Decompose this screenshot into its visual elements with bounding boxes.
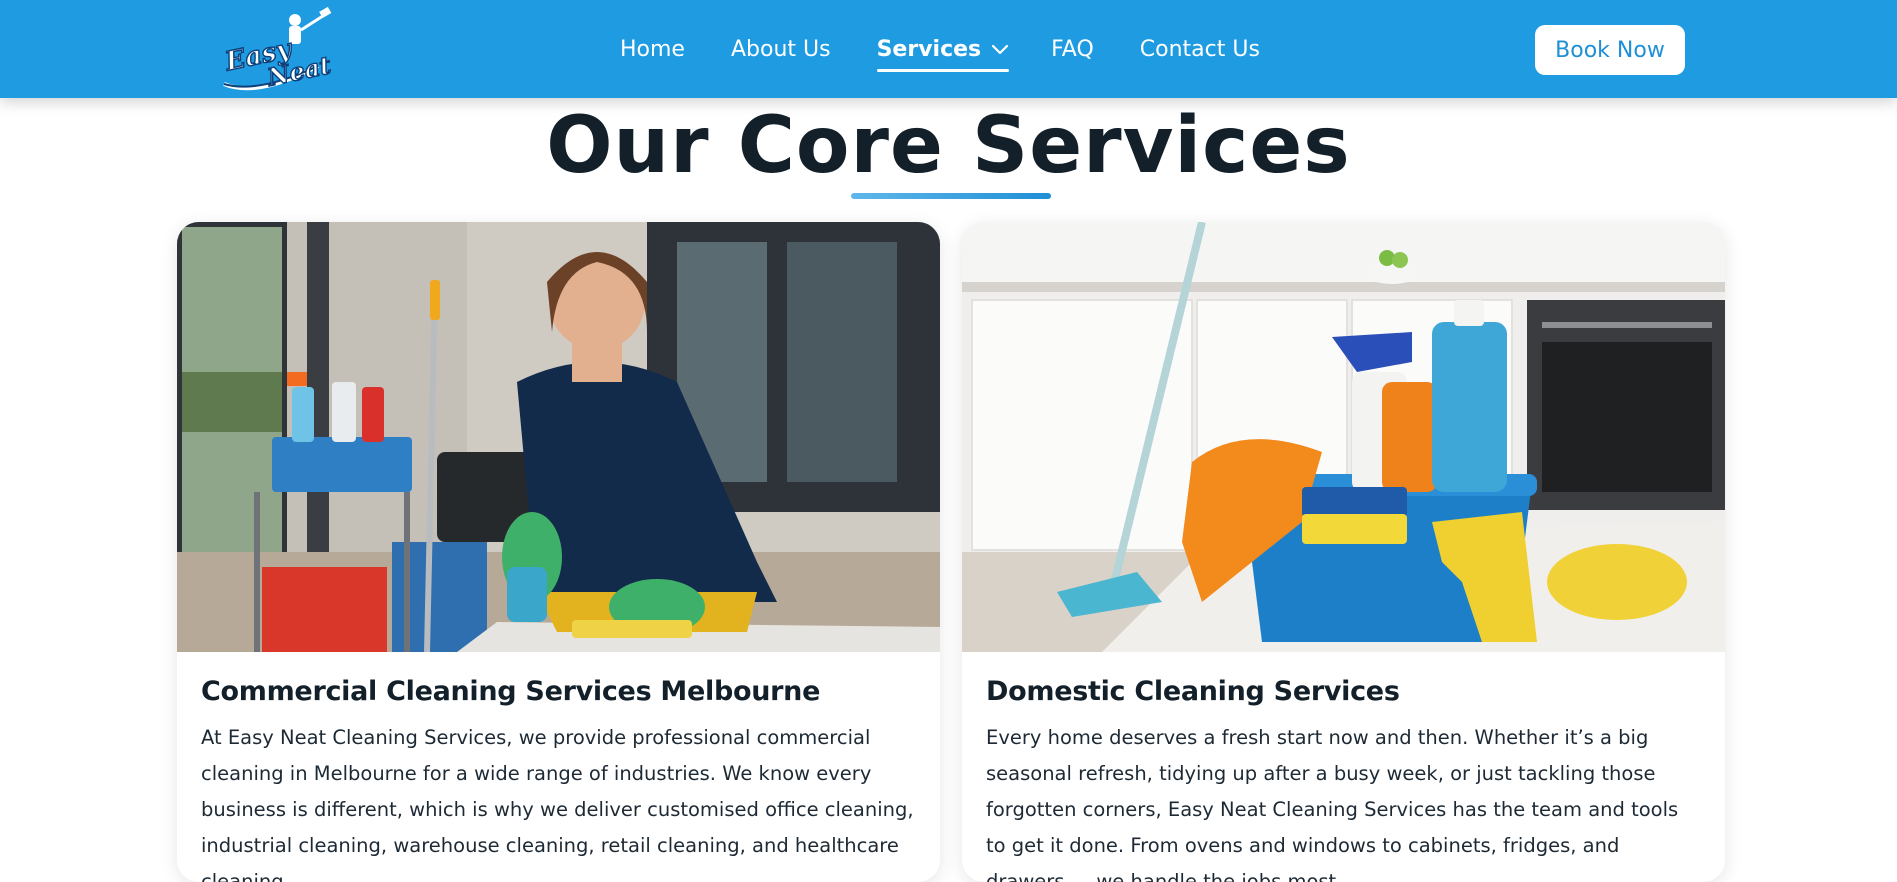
section-title: Our Core Services — [546, 101, 1351, 191]
site-header: Easy Neat Home About Us Services FAQ Con… — [0, 0, 1897, 98]
nav-faq-label: FAQ — [1051, 36, 1094, 62]
chevron-down-icon — [992, 44, 1009, 55]
nav-about-label: About Us — [730, 36, 831, 62]
service-card-commercial[interactable]: Commercial Cleaning Services Melbourne A… — [177, 222, 940, 882]
service-card-domestic[interactable]: Domestic Cleaning Services Every home de… — [962, 222, 1725, 882]
easy-neat-logo[interactable]: Easy Neat — [218, 6, 334, 92]
main-nav: Home About Us Services FAQ Contact Us — [620, 0, 1306, 98]
nav-home-label: Home — [620, 36, 685, 62]
card-text-commercial: At Easy Neat Cleaning Services, we provi… — [201, 726, 914, 882]
book-now-button[interactable]: Book Now — [1535, 25, 1685, 75]
nav-about-us[interactable]: About Us — [731, 0, 831, 98]
nav-contact-label: Contact Us — [1139, 36, 1260, 62]
nav-home[interactable]: Home — [620, 0, 685, 98]
commercial-cleaning-image — [177, 222, 940, 652]
nav-services-label: Services — [876, 36, 982, 62]
nav-services[interactable]: Services — [876, 0, 1010, 98]
domestic-cleaning-image — [962, 222, 1725, 652]
title-underline — [851, 193, 1051, 199]
card-title-domestic: Domestic Cleaning Services — [986, 676, 1400, 707]
card-title-commercial: Commercial Cleaning Services Melbourne — [201, 676, 821, 707]
nav-faq[interactable]: FAQ — [1051, 0, 1094, 98]
card-text-domestic: Every home deserves a fresh start now an… — [986, 726, 1679, 882]
nav-contact-us[interactable]: Contact Us — [1140, 0, 1260, 98]
